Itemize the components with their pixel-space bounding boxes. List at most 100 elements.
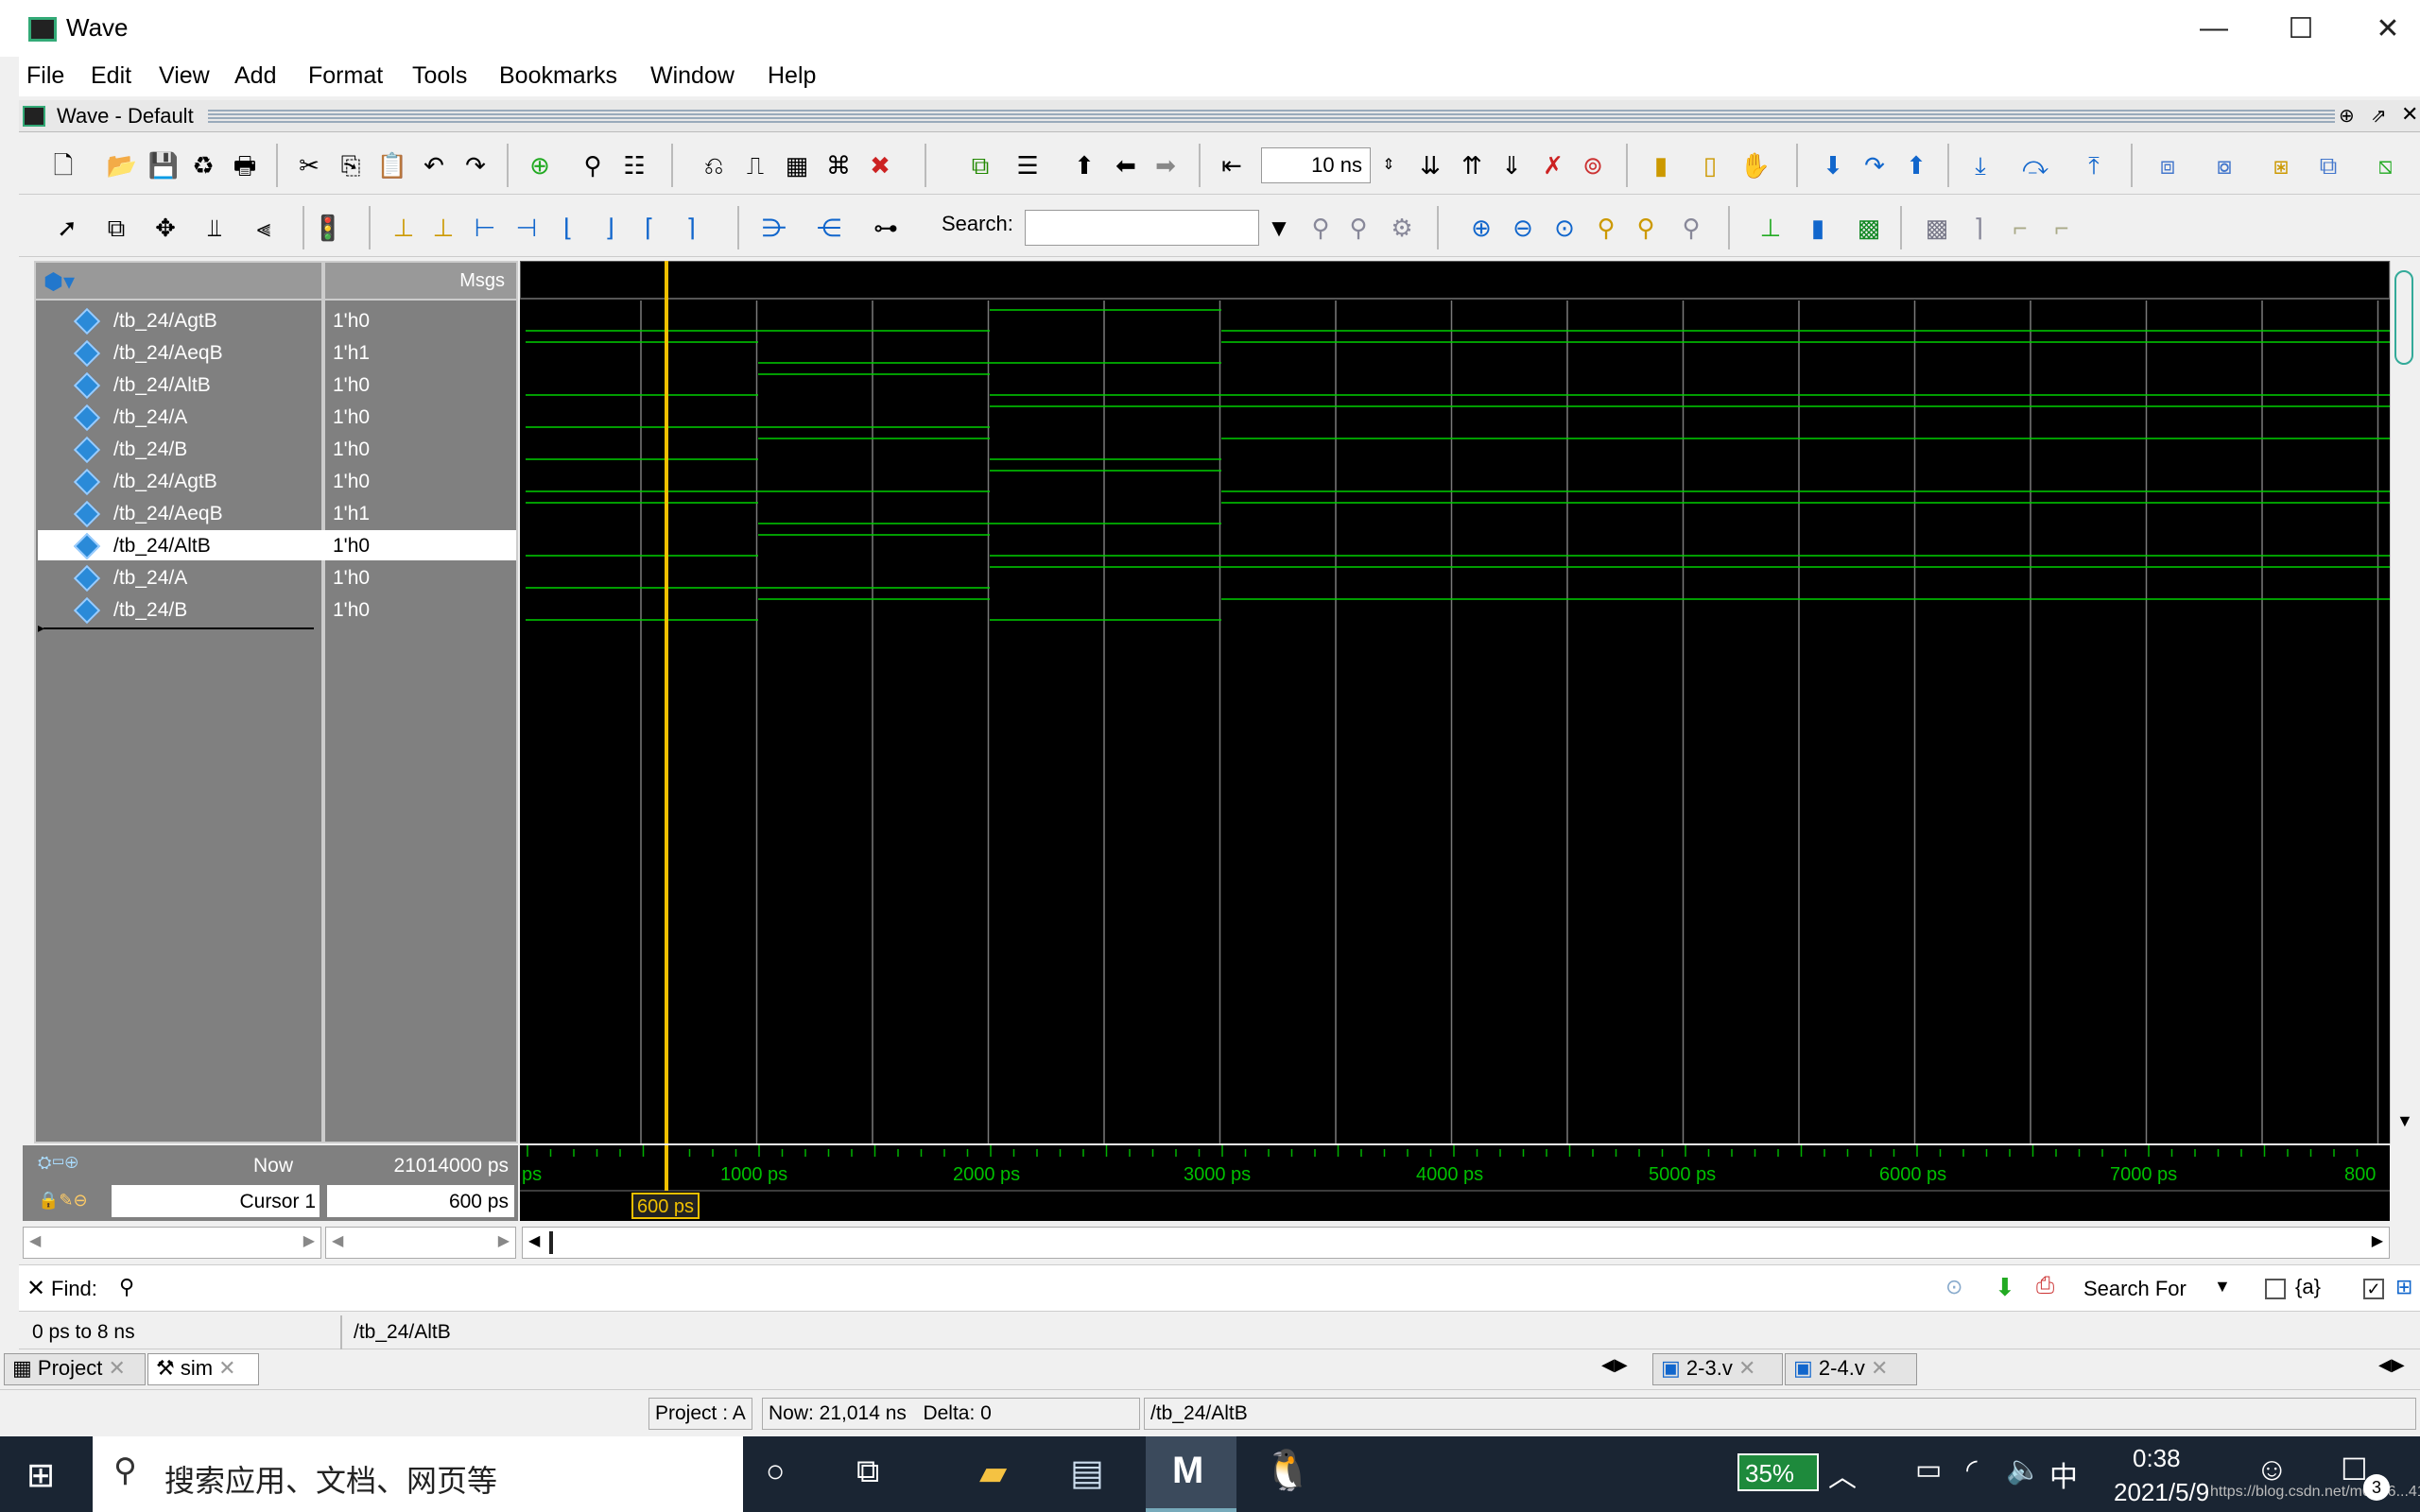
- forward-arrow-icon[interactable]: ➡: [1150, 149, 1182, 181]
- find-options-icon[interactable]: ⎙: [2036, 1273, 2054, 1299]
- step-over-2-icon[interactable]: ⤼: [2019, 149, 2051, 181]
- signal-row[interactable]: /tb_24/B 1'h0: [0, 435, 529, 465]
- list-icon[interactable]: ☰: [1011, 149, 1044, 181]
- search-options-icon[interactable]: ⚙: [1386, 212, 1418, 244]
- signal-row[interactable]: /tb_24/AgtB 1'h0: [0, 306, 529, 336]
- new-file-icon[interactable]: 🗋: [47, 149, 79, 181]
- tab-sim[interactable]: ⚒ sim ✕: [147, 1353, 259, 1385]
- break-icon[interactable]: ⌘: [822, 149, 855, 181]
- layout-5-icon[interactable]: ⧅: [2369, 149, 2401, 181]
- cursor-marker-label[interactable]: 600 ps: [631, 1193, 700, 1219]
- signal-group-icon[interactable]: ⬢▾: [43, 268, 75, 296]
- signal-row-selected[interactable]: /tb_24/AltB 1'h0: [0, 531, 529, 561]
- prev-transition-icon[interactable]: ⊢: [469, 212, 501, 244]
- paste-icon[interactable]: 📋: [376, 149, 408, 181]
- tab-project[interactable]: ▦ Project ✕: [4, 1353, 146, 1385]
- zoom-full-icon[interactable]: ⊙: [1548, 212, 1581, 244]
- cursor-lock-icons[interactable]: 🔒✎⊖: [38, 1191, 88, 1211]
- step-icon[interactable]: ⤓: [1964, 149, 1996, 181]
- clock-time[interactable]: 0:38: [2133, 1444, 2181, 1473]
- step-over-icon[interactable]: ↷: [1858, 149, 1891, 181]
- menu-view[interactable]: View: [159, 62, 210, 90]
- find-binoculars-icon[interactable]: ⚲: [119, 1275, 134, 1299]
- find-close-icon[interactable]: ✕: [26, 1275, 45, 1302]
- taskbar-search-box[interactable]: ⚲ 搜索应用、文档、网页等: [93, 1436, 743, 1512]
- wave-hscroll-thumb[interactable]: [549, 1231, 553, 1254]
- step-out-2-icon[interactable]: ⤒: [2078, 149, 2110, 181]
- search-for-label[interactable]: Search For: [2083, 1277, 2187, 1301]
- zoom-out-icon[interactable]: ⊖: [1507, 212, 1539, 244]
- app-icon-2[interactable]: ▤: [1070, 1452, 1104, 1494]
- run-icon[interactable]: ⇊: [1414, 149, 1446, 181]
- combine-icon[interactable]: ⊶: [870, 212, 902, 244]
- time-ruler[interactable]: ps 1000 ps 2000 ps 3000 ps 4000 ps 5000 …: [520, 1145, 2390, 1221]
- expand-icon[interactable]: ⋺: [758, 212, 790, 244]
- vertical-scrollbar[interactable]: ▼: [2390, 261, 2418, 1143]
- wave-hscroll[interactable]: ◀ ▶: [522, 1227, 2390, 1259]
- wrap-checkbox[interactable]: ✓: [2363, 1279, 2384, 1299]
- cut-icon[interactable]: ✂: [293, 149, 325, 181]
- edge-icon[interactable]: ⫫: [199, 212, 231, 244]
- pan-icon[interactable]: ✥: [149, 212, 182, 244]
- volume-icon[interactable]: 🔈: [2006, 1453, 2041, 1486]
- stop-sim-icon[interactable]: ⊚: [1577, 149, 1609, 181]
- tab-scroll-right-icon[interactable]: ◀▶: [2378, 1355, 2405, 1375]
- add-item-icon[interactable]: ⊕: [524, 149, 556, 181]
- continue-icon[interactable]: ⇈: [1456, 149, 1488, 181]
- now-icons[interactable]: ⛭▭⊕: [38, 1153, 78, 1173]
- prev-falling-icon[interactable]: ⌈: [633, 212, 666, 244]
- reload-icon[interactable]: ♻: [187, 149, 219, 181]
- menu-help[interactable]: Help: [768, 62, 816, 90]
- modelsim-taskbar-icon[interactable]: M: [1146, 1436, 1236, 1512]
- wifi-icon[interactable]: ◜: [1966, 1453, 1978, 1486]
- format-2-icon[interactable]: ⌉: [1962, 212, 1995, 244]
- select-pointer-icon[interactable]: ➚: [51, 212, 83, 244]
- redo-icon[interactable]: ↷: [459, 149, 492, 181]
- zoom-last-icon[interactable]: ⚲: [1675, 212, 1707, 244]
- break-run-icon[interactable]: ✗: [1537, 149, 1569, 181]
- find-next-edge-icon[interactable]: ⊥: [427, 212, 459, 244]
- assistant-icon[interactable]: ☺: [2256, 1452, 2289, 1488]
- zoom-cursor-icon[interactable]: ⚲: [1590, 212, 1622, 244]
- pane-undock-icon[interactable]: ⊕: [2339, 104, 2355, 128]
- hand-icon[interactable]: ✋: [1739, 149, 1772, 181]
- tab-file-2-3[interactable]: ▣ 2-3.v ✕: [1652, 1353, 1783, 1385]
- wave-display[interactable]: [520, 261, 2390, 1143]
- signal-row[interactable]: /tb_24/B 1'h0: [0, 595, 529, 626]
- find-prev-icon[interactable]: ⊙: [1945, 1275, 1962, 1299]
- search-input[interactable]: [1025, 210, 1259, 246]
- traffic-light-icon[interactable]: 🚦: [312, 212, 344, 244]
- insert-cursor-icon[interactable]: ⫷: [248, 212, 280, 244]
- find-next-icon[interactable]: ⬇: [1995, 1273, 2015, 1302]
- search-prev-icon[interactable]: ⚲: [1305, 212, 1337, 244]
- next-transition-icon[interactable]: ⊣: [510, 212, 543, 244]
- zoom-box-icon[interactable]: ⧉: [100, 212, 132, 244]
- names-hscroll[interactable]: ◀ ▶: [23, 1227, 321, 1259]
- search-for-dropdown-icon[interactable]: ▼: [2214, 1277, 2231, 1297]
- back-arrow-icon[interactable]: ⬅: [1110, 149, 1142, 181]
- layout-4-icon[interactable]: ⧉: [2312, 149, 2344, 181]
- stop-icon[interactable]: ✖: [864, 149, 896, 181]
- signal-row[interactable]: /tb_24/AltB 1'h0: [0, 370, 529, 401]
- qq-icon[interactable]: 🐧: [1263, 1448, 1312, 1494]
- find-binoculars-icon[interactable]: ⚲: [577, 149, 609, 181]
- find-input[interactable]: [113, 1271, 1928, 1307]
- wave-compare-icon[interactable]: ⧉: [964, 149, 996, 181]
- zoom-range-icon[interactable]: ⚲: [1630, 212, 1662, 244]
- performance-icon[interactable]: ▮: [1645, 149, 1677, 181]
- copy-icon[interactable]: ⎘: [335, 149, 367, 181]
- run-length-spinner-icon[interactable]: ⇕: [1373, 149, 1405, 181]
- values-hscroll[interactable]: ◀ ▶: [325, 1227, 516, 1259]
- menu-bookmarks[interactable]: Bookmarks: [499, 62, 617, 90]
- fall-edge-icon[interactable]: ⌋: [594, 212, 626, 244]
- up-arrow-icon[interactable]: ⬆: [1068, 149, 1100, 181]
- signal-row[interactable]: /tb_24/AgtB 1'h0: [0, 467, 529, 497]
- signal-row[interactable]: /tb_24/AeqB 1'h1: [0, 338, 529, 369]
- layout-3-icon[interactable]: ⧆: [2265, 149, 2297, 181]
- tab-file-2-4[interactable]: ▣ 2-4.v ✕: [1785, 1353, 1917, 1385]
- run-length-input[interactable]: 10 ns: [1261, 147, 1371, 183]
- pane-float-icon[interactable]: ⇗: [2371, 104, 2387, 128]
- search-next-icon[interactable]: ⚲: [1342, 212, 1374, 244]
- file-explorer-icon[interactable]: ▰: [979, 1452, 1007, 1494]
- format-3-icon[interactable]: ⌐: [2004, 212, 2036, 244]
